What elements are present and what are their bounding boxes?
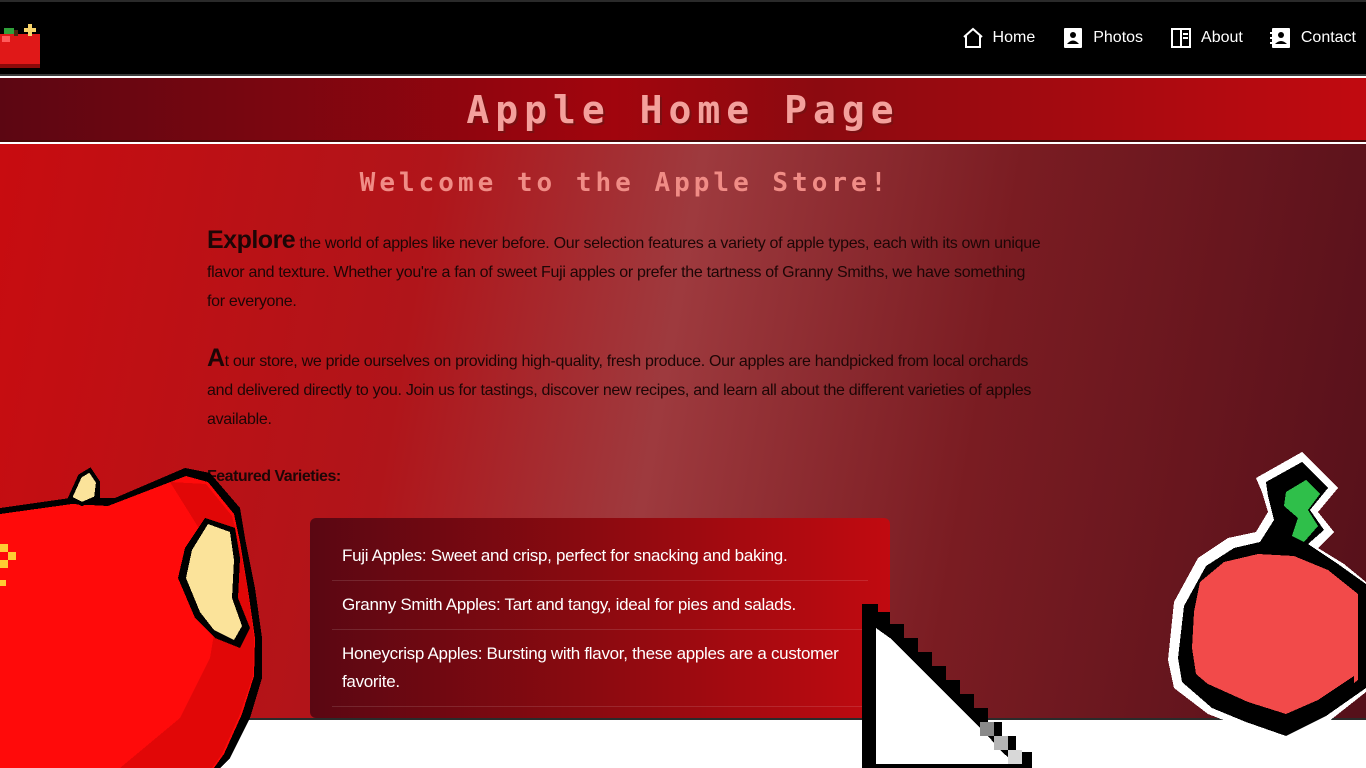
nav-contact[interactable]: Contact: [1269, 26, 1356, 50]
main-nav: Home Photos About Contact: [961, 26, 1356, 50]
pixel-apple-right-icon: [1168, 452, 1366, 744]
list-item: Granny Smith Apples: Tart and tangy, ide…: [332, 581, 868, 630]
book-icon: [1171, 28, 1192, 48]
intro-paragraph: Explore the world of apples like never b…: [207, 226, 1047, 316]
nav-contact-label: Contact: [1300, 29, 1356, 46]
list-item: Honeycrisp Apples: Bursting with flavor,…: [332, 630, 868, 707]
list-item: Fuji Apples: Sweet and crisp, perfect fo…: [332, 538, 868, 581]
store-text: t our store, we pride ourselves on provi…: [207, 353, 1032, 428]
page-title: Apple Home Page: [466, 88, 900, 132]
store-paragraph: At our store, we pride ourselves on prov…: [207, 344, 1047, 434]
welcome-heading: Welcome to the Apple Store!: [359, 168, 891, 198]
nav-photos[interactable]: Photos: [1061, 26, 1143, 50]
intro-text: the world of apples like never before. O…: [207, 235, 1041, 310]
nav-about-label: About: [1201, 29, 1243, 46]
contact-icon: [1269, 28, 1290, 48]
page-header-banner: Apple Home Page: [0, 78, 1366, 142]
navbar: Home Photos About Contact: [0, 0, 1366, 76]
varieties-list: Fuji Apples: Sweet and crisp, perfect fo…: [332, 538, 868, 707]
nav-home[interactable]: Home: [961, 26, 1036, 50]
nav-photos-label: Photos: [1093, 29, 1144, 46]
varieties-card: Fuji Apples: Sweet and crisp, perfect fo…: [310, 518, 890, 718]
nav-home-label: Home: [992, 29, 1036, 46]
intro-lead-word: Explore: [207, 226, 296, 254]
nav-about[interactable]: About: [1169, 26, 1243, 50]
store-lead-letter: A: [207, 344, 225, 372]
photo-icon: [1064, 28, 1083, 48]
home-icon: [962, 27, 983, 48]
pixel-cursor-icon: [862, 604, 1032, 768]
pixel-apple-left-icon: [0, 467, 262, 768]
apple-logo-icon[interactable]: [0, 20, 44, 68]
